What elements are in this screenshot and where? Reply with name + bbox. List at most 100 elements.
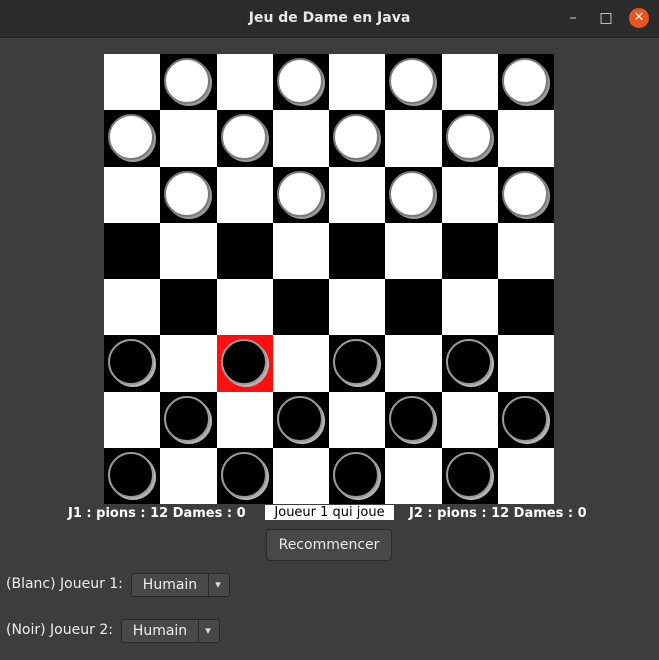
board-square[interactable]: [498, 448, 554, 504]
board-square[interactable]: [273, 335, 329, 392]
player2-select[interactable]: Humain ▾: [121, 619, 220, 643]
board-square[interactable]: [385, 448, 442, 504]
board-square[interactable]: [104, 448, 160, 504]
board-square[interactable]: [217, 335, 273, 392]
board-square[interactable]: [217, 392, 273, 448]
player1-select[interactable]: Humain ▾: [131, 573, 230, 597]
black-piece[interactable]: [446, 339, 492, 385]
board-square[interactable]: [160, 110, 217, 167]
board-square[interactable]: [160, 279, 217, 335]
black-piece[interactable]: [221, 339, 267, 385]
white-piece[interactable]: [389, 58, 435, 104]
board-square[interactable]: [442, 223, 498, 279]
board-square[interactable]: [329, 223, 385, 279]
black-piece[interactable]: [108, 452, 154, 498]
board-square[interactable]: [104, 54, 160, 110]
board-square[interactable]: [104, 335, 160, 392]
board-square[interactable]: [273, 110, 329, 167]
board-square[interactable]: [273, 54, 329, 110]
board-square[interactable]: [160, 392, 217, 448]
board-square[interactable]: [273, 279, 329, 335]
board-square[interactable]: [217, 54, 273, 110]
board-square[interactable]: [385, 279, 442, 335]
board-square[interactable]: [442, 110, 498, 167]
board-square[interactable]: [104, 167, 160, 223]
board-square[interactable]: [329, 392, 385, 448]
board-square[interactable]: [217, 279, 273, 335]
board-square[interactable]: [104, 110, 160, 167]
board-square[interactable]: [442, 279, 498, 335]
window-title: Jeu de Dame en Java: [248, 10, 411, 26]
board-square[interactable]: [385, 392, 442, 448]
app-window: Jeu de Dame en Java – □ ✕ J1 : pions : 1…: [0, 0, 659, 660]
board-square[interactable]: [498, 335, 554, 392]
board-square[interactable]: [385, 54, 442, 110]
board-square[interactable]: [442, 448, 498, 504]
white-piece[interactable]: [277, 58, 323, 104]
minimize-icon[interactable]: –: [563, 8, 583, 28]
black-piece[interactable]: [502, 396, 548, 442]
board-square[interactable]: [160, 167, 217, 223]
board-square[interactable]: [217, 448, 273, 504]
black-piece[interactable]: [333, 339, 379, 385]
maximize-icon[interactable]: □: [596, 8, 616, 28]
board-square[interactable]: [498, 392, 554, 448]
board-square[interactable]: [385, 223, 442, 279]
board-square[interactable]: [104, 392, 160, 448]
black-piece[interactable]: [389, 396, 435, 442]
board-square[interactable]: [160, 448, 217, 504]
board-square[interactable]: [217, 223, 273, 279]
board-square[interactable]: [498, 167, 554, 223]
board-square[interactable]: [442, 392, 498, 448]
black-piece[interactable]: [277, 396, 323, 442]
chevron-down-icon[interactable]: ▾: [197, 620, 219, 642]
board-square[interactable]: [442, 167, 498, 223]
board-square[interactable]: [498, 279, 554, 335]
board-square[interactable]: [329, 335, 385, 392]
white-piece[interactable]: [446, 114, 492, 160]
checkers-board[interactable]: [104, 54, 554, 504]
white-piece[interactable]: [389, 171, 435, 217]
board-square[interactable]: [160, 223, 217, 279]
board-square[interactable]: [104, 279, 160, 335]
white-piece[interactable]: [333, 114, 379, 160]
white-piece[interactable]: [108, 114, 154, 160]
board-square[interactable]: [385, 335, 442, 392]
board-square[interactable]: [329, 279, 385, 335]
black-piece[interactable]: [446, 452, 492, 498]
board-square[interactable]: [217, 167, 273, 223]
board-square[interactable]: [498, 110, 554, 167]
board-square[interactable]: [498, 223, 554, 279]
board-square[interactable]: [329, 448, 385, 504]
black-piece[interactable]: [108, 339, 154, 385]
white-piece[interactable]: [502, 171, 548, 217]
board-square[interactable]: [273, 448, 329, 504]
board-square[interactable]: [160, 54, 217, 110]
title-bar[interactable]: Jeu de Dame en Java – □ ✕: [0, 0, 659, 38]
close-icon[interactable]: ✕: [629, 8, 649, 28]
restart-button[interactable]: Recommencer: [266, 529, 392, 561]
board-square[interactable]: [273, 167, 329, 223]
board-square[interactable]: [329, 167, 385, 223]
white-piece[interactable]: [164, 58, 210, 104]
board-square[interactable]: [329, 54, 385, 110]
board-square[interactable]: [442, 335, 498, 392]
board-square[interactable]: [273, 392, 329, 448]
black-piece[interactable]: [221, 452, 267, 498]
board-square[interactable]: [329, 110, 385, 167]
white-piece[interactable]: [277, 171, 323, 217]
board-square[interactable]: [160, 335, 217, 392]
board-square[interactable]: [385, 110, 442, 167]
board-square[interactable]: [442, 54, 498, 110]
board-square[interactable]: [498, 54, 554, 110]
black-piece[interactable]: [333, 452, 379, 498]
white-piece[interactable]: [221, 114, 267, 160]
chevron-down-icon[interactable]: ▾: [207, 574, 229, 596]
white-piece[interactable]: [502, 58, 548, 104]
black-piece[interactable]: [164, 396, 210, 442]
white-piece[interactable]: [164, 171, 210, 217]
board-square[interactable]: [217, 110, 273, 167]
board-square[interactable]: [104, 223, 160, 279]
board-square[interactable]: [273, 223, 329, 279]
board-square[interactable]: [385, 167, 442, 223]
